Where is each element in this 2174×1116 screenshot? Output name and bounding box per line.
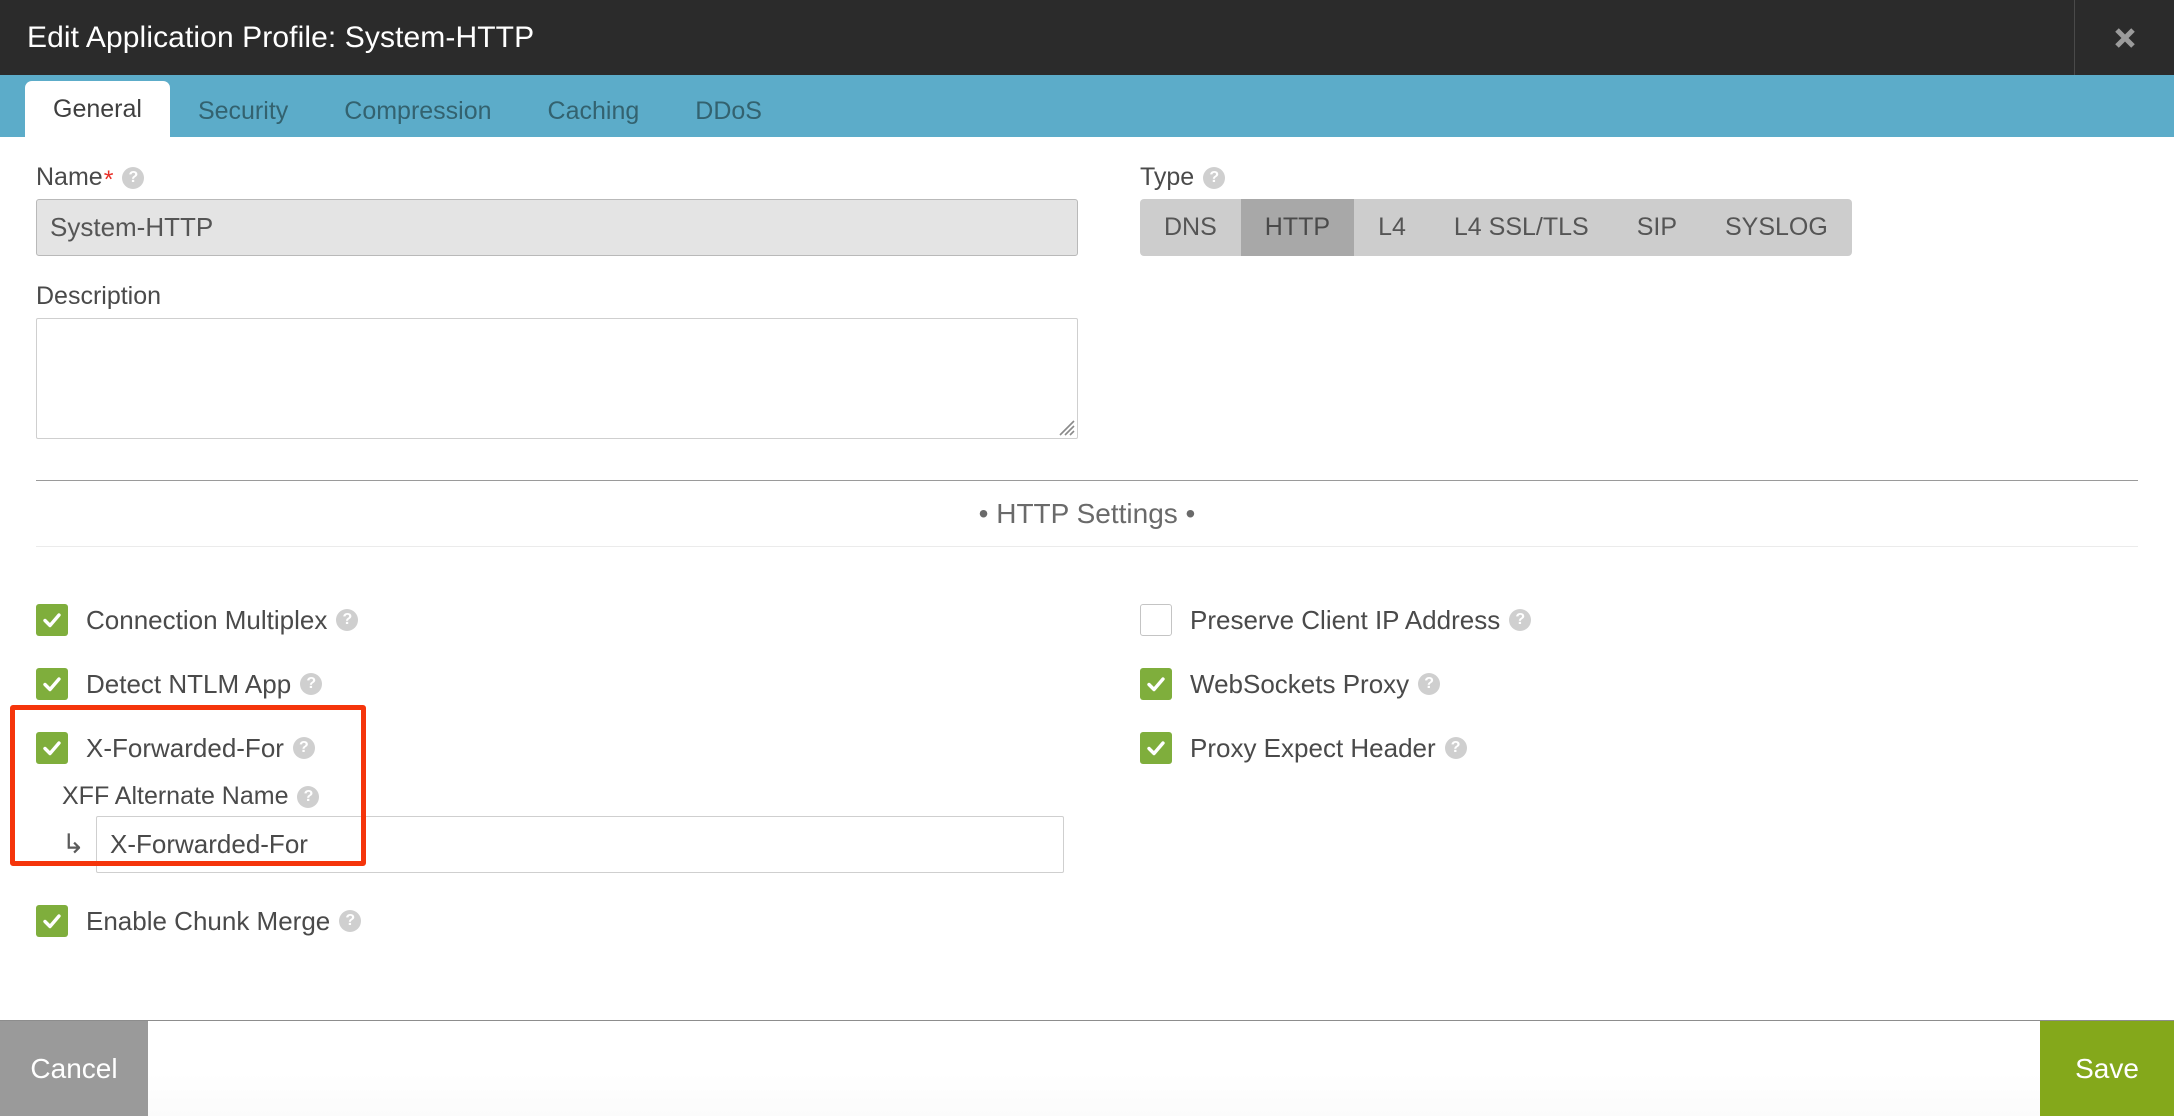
dialog-body: Name * ? Description [0,137,2174,1020]
setting-proxy-expect-header[interactable]: Proxy Expect Header ? [1140,716,2138,780]
type-segmented-control: DNS HTTP L4 L4 SSL/TLS SIP SYSLOG [1140,199,1852,256]
setting-connection-multiplex[interactable]: Connection Multiplex ? [36,588,1116,652]
type-option-syslog[interactable]: SYSLOG [1701,199,1852,256]
http-settings-title: • HTTP Settings • [36,481,2138,547]
help-circle-icon[interactable]: ? [292,737,315,759]
tab-caching[interactable]: Caching [520,85,668,137]
top-fields-row: Name * ? Description [36,137,2138,439]
dialog-footer: Cancel Save [0,1020,2174,1116]
help-circle-icon[interactable]: ? [1509,609,1532,631]
name-input[interactable] [36,199,1078,256]
xff-alternate-name-input[interactable] [96,816,1064,873]
type-label-row: Type ? [1140,163,2138,192]
checkbox-detect-ntlm-app[interactable] [36,668,68,700]
help-circle-icon[interactable]: ? [297,785,320,808]
help-circle-icon[interactable]: ? [300,673,323,695]
help-circle-icon[interactable]: ? [339,910,362,932]
setting-enable-chunk-merge[interactable]: Enable Chunk Merge ? [36,889,1116,953]
edit-application-profile-dialog: Edit Application Profile: System-HTTP Ge… [0,0,2174,1116]
description-label-row: Description [36,282,1078,311]
description-textarea[interactable] [36,318,1078,439]
close-button[interactable] [2075,0,2174,75]
tab-security[interactable]: Security [170,85,316,137]
help-circle-icon[interactable]: ? [336,609,359,631]
checkbox-connection-multiplex[interactable] [36,604,68,636]
setting-detect-ntlm-app[interactable]: Detect NTLM App ? [36,652,1116,716]
tab-general[interactable]: General [25,81,170,137]
tab-ddos[interactable]: DDoS [667,85,790,137]
label-detect-ntlm-app: Detect NTLM App [86,668,292,699]
checkbox-websockets-proxy[interactable] [1140,668,1172,700]
name-label: Name [36,163,103,191]
help-circle-icon[interactable]: ? [122,166,145,189]
label-preserve-client-ip-address: Preserve Client IP Address [1190,604,1501,635]
dialog-titlebar: Edit Application Profile: System-HTTP [0,0,2174,75]
label-proxy-expect-header: Proxy Expect Header [1190,732,1436,763]
type-option-sip[interactable]: SIP [1613,199,1701,256]
description-field: Description [36,282,1078,439]
setting-websockets-proxy[interactable]: WebSockets Proxy ? [1140,652,2138,716]
xff-input-row: ↳ [62,816,1116,873]
description-label: Description [36,282,162,310]
type-option-dns[interactable]: DNS [1140,199,1241,256]
name-description-column: Name * ? Description [36,163,1078,439]
checkbox-preserve-client-ip-address[interactable] [1140,604,1172,636]
label-connection-multiplex: Connection Multiplex [86,604,328,635]
checkbox-x-forwarded-for[interactable] [36,732,68,764]
required-marker: * [103,166,114,194]
settings-left-column: Connection Multiplex ? Detect NTLM App ?… [10,588,1116,953]
tab-bar: General Security Compression Caching DDo… [0,75,2174,137]
type-label: Type [1140,163,1195,191]
label-x-forwarded-for: X-Forwarded-For [86,732,284,763]
help-circle-icon[interactable]: ? [1203,166,1226,189]
sub-field-arrow-icon: ↳ [62,829,85,859]
label-websockets-proxy: WebSockets Proxy [1190,668,1410,699]
xff-alternate-name-label-row: XFF Alternate Name ? [62,782,1116,811]
checkbox-enable-chunk-merge[interactable] [36,905,68,937]
type-option-l4[interactable]: L4 [1354,199,1430,256]
save-button[interactable]: Save [2040,1021,2174,1116]
type-option-http[interactable]: HTTP [1240,199,1355,256]
http-settings-grid: Connection Multiplex ? Detect NTLM App ?… [10,547,2138,953]
help-circle-icon[interactable]: ? [1444,737,1467,759]
setting-preserve-client-ip-address[interactable]: Preserve Client IP Address ? [1140,588,2138,652]
type-column: Type ? DNS HTTP L4 L4 SSL/TLS SIP SYSLOG [1140,163,2138,439]
name-label-row: Name * ? [36,163,1078,194]
settings-right-column: Preserve Client IP Address ? WebSockets … [1116,588,2138,953]
checkbox-proxy-expect-header[interactable] [1140,732,1172,764]
help-circle-icon[interactable]: ? [1418,673,1441,695]
xff-alternate-name-field: XFF Alternate Name ? ↳ [62,782,1116,873]
dialog-title: Edit Application Profile: System-HTTP [27,20,535,54]
label-enable-chunk-merge: Enable Chunk Merge [86,905,331,936]
type-option-l4-ssl-tls[interactable]: L4 SSL/TLS [1430,199,1613,256]
xff-alternate-name-label: XFF Alternate Name [62,782,289,810]
setting-x-forwarded-for[interactable]: X-Forwarded-For ? [36,716,1116,780]
tab-compression[interactable]: Compression [316,85,519,137]
close-x-icon [2111,24,2139,52]
cancel-button[interactable]: Cancel [0,1021,148,1116]
